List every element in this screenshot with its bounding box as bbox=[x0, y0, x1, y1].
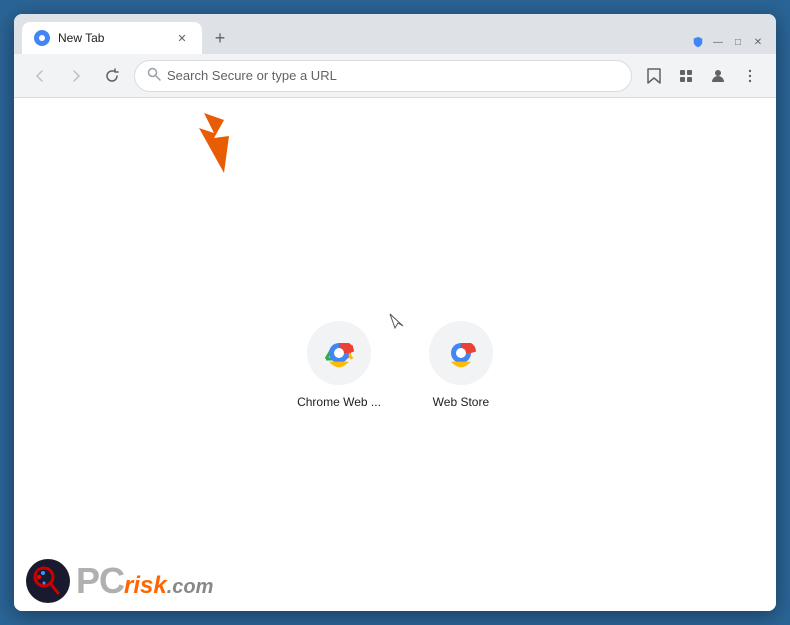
browser-window: New Tab ✕ + — □ ✕ bbox=[14, 14, 776, 611]
bookmark-icon[interactable] bbox=[640, 62, 668, 90]
nav-bar: Search Secure or type a URL bbox=[14, 54, 776, 98]
shortcut-item[interactable]: Chrome Web ... bbox=[297, 321, 381, 409]
content-area: Chrome Web ... Web Store bbox=[14, 98, 776, 611]
shortcut-label-chrome-web: Chrome Web ... bbox=[297, 395, 381, 409]
reload-button[interactable] bbox=[98, 62, 126, 90]
back-button[interactable] bbox=[26, 62, 54, 90]
tab-title: New Tab bbox=[58, 31, 166, 45]
new-tab-button[interactable]: + bbox=[206, 24, 234, 52]
title-bar: New Tab ✕ + — □ ✕ bbox=[14, 14, 776, 54]
nav-actions bbox=[640, 62, 764, 90]
active-tab[interactable]: New Tab ✕ bbox=[22, 22, 202, 54]
shield-icon bbox=[692, 36, 704, 48]
tab-close-button[interactable]: ✕ bbox=[174, 30, 190, 46]
profile-icon[interactable] bbox=[704, 62, 732, 90]
shortcut-icon-chrome-web bbox=[307, 321, 371, 385]
tab-favicon bbox=[34, 30, 50, 46]
watermark-suffix: risk bbox=[124, 572, 167, 600]
address-text: Search Secure or type a URL bbox=[167, 68, 619, 83]
close-button[interactable]: ✕ bbox=[752, 36, 764, 48]
shortcuts-container: Chrome Web ... Web Store bbox=[297, 321, 493, 409]
maximize-button[interactable]: □ bbox=[732, 36, 744, 48]
watermark-tld: .com bbox=[167, 576, 214, 599]
shortcut-item-web-store[interactable]: Web Store bbox=[429, 321, 493, 409]
address-bar[interactable]: Search Secure or type a URL bbox=[134, 60, 632, 92]
extensions-icon[interactable] bbox=[672, 62, 700, 90]
watermark-brand: PC bbox=[76, 560, 124, 602]
forward-button[interactable] bbox=[62, 62, 90, 90]
search-icon bbox=[147, 67, 161, 84]
shortcut-icon-web-store bbox=[429, 321, 493, 385]
shortcut-label-web-store: Web Store bbox=[433, 395, 489, 409]
window-controls: — □ ✕ bbox=[692, 36, 768, 48]
menu-icon[interactable] bbox=[736, 62, 764, 90]
minimize-button[interactable]: — bbox=[712, 36, 724, 48]
watermark: PC risk .com bbox=[14, 551, 225, 611]
